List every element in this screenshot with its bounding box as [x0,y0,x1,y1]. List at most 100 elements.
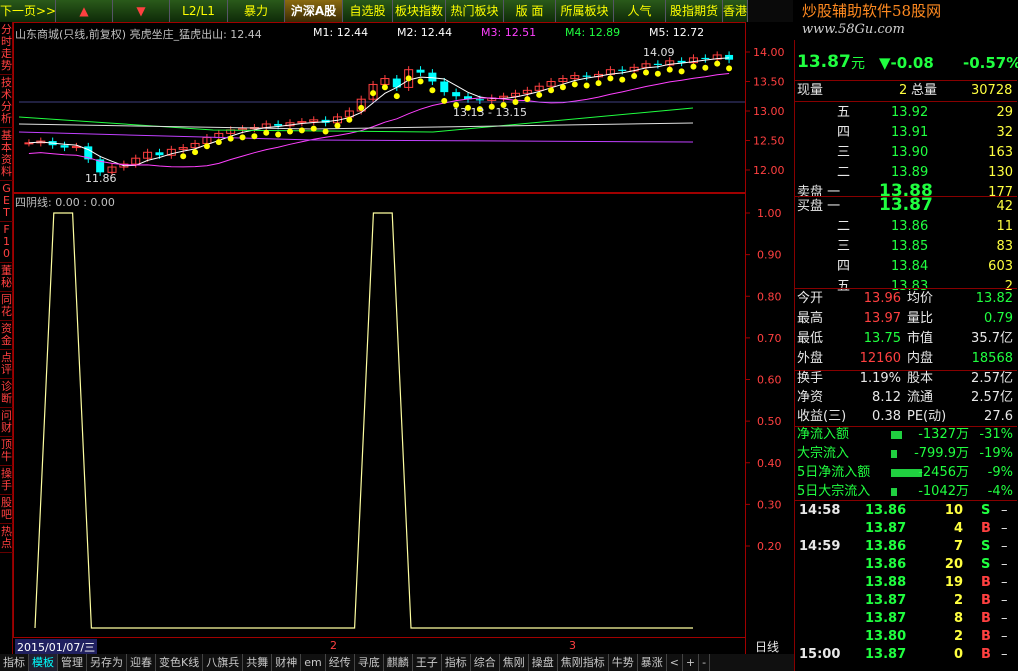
stat-label: 净资 [797,390,824,405]
bottom-tab-22[interactable]: + [683,654,700,671]
sell-level-label: 四 [837,125,851,140]
left-tab-4[interactable]: F10 [0,222,13,263]
tick-volume: 7 [953,539,963,554]
bottom-tab-20[interactable]: 暴涨 [638,654,667,671]
stat-label: 换手 [797,371,824,386]
candle-body-59 [725,54,734,60]
stat2-row: 净资 8.12 流通 2.57亿 [795,389,1017,407]
left-tab-7[interactable]: 资金 [0,321,13,350]
bottom-tab-23[interactable]: - [699,654,711,671]
indicator-tick-label-3: 0.70 [757,332,782,345]
stat-value: 13.96 [863,291,901,306]
bottom-tab-3[interactable]: 另存为 [87,654,127,671]
volume-now: 2 [899,83,908,98]
bottom-tab-11[interactable]: 寻底 [355,654,384,671]
bottom-tab-6[interactable]: 八旗兵 [203,654,244,671]
tick-dash: – [1001,557,1008,572]
toolbar-button-3[interactable]: L2/L1 [170,0,228,22]
candle-body-11 [155,152,164,156]
toolbar-button-5[interactable]: 沪深A股 [285,0,343,22]
bottom-tab-5[interactable]: 变色K线 [156,654,204,671]
bottom-tab-10[interactable]: 经传 [326,654,355,671]
indicator-tick-label-6: 0.40 [757,457,782,470]
tick-row: 13.87 8 B – [795,610,1017,628]
toolbar-button-8[interactable]: 热门板块 [446,0,504,22]
tick-price: 13.87 [865,593,907,608]
bottom-tab-4[interactable]: 迎春 [127,654,156,671]
toolbar-button-0[interactable]: 下一页>> [0,0,56,22]
signal-dot-43 [536,91,543,98]
toolbar-button-1[interactable]: ▲ [56,0,113,22]
divider [795,288,1017,289]
indicator-tick-label-0: 1.00 [757,207,782,220]
toolbar-button-11[interactable]: 人气 [614,0,666,22]
toolbar-button-10[interactable]: 所属板块 [556,0,614,22]
left-tab-13[interactable]: 股吧 [0,495,13,524]
toolbar-button-7[interactable]: 板块指数 [393,0,446,22]
tick-dash: – [1001,593,1008,608]
left-tab-8[interactable]: 点评 [0,350,13,379]
left-tab-14[interactable]: 热点 [0,524,13,553]
bottom-tab-2[interactable]: 管理 [58,654,87,671]
bottom-tab-15[interactable]: 综合 [471,654,500,671]
left-tab-3[interactable]: GET [0,181,13,222]
bottom-tab-14[interactable]: 指标 [442,654,471,671]
tick-row: 13.86 20 S – [795,556,1017,574]
period-label[interactable]: 日线 [755,638,779,655]
tick-volume: 2 [953,629,963,644]
bottom-tab-16[interactable]: 焦刚 [500,654,529,671]
bottom-tab-8[interactable]: 财神 [272,654,302,671]
tick-row: 14:58 13.86 10 S – [795,502,1017,520]
bottom-tab-0[interactable]: 指标 [0,654,29,671]
ma-label-4: M4: 12.89 [565,26,621,39]
candle-body-38 [475,99,484,101]
tick-dash: – [1001,647,1008,662]
signal-dot-49 [607,75,614,82]
divider [795,80,1017,81]
chart-area[interactable]: 14.00 13.50 13.00 12.50 12.00 14.09 13.13 - 13… [13,22,794,654]
left-tab-2[interactable]: 基本资料 [0,128,13,181]
bottom-tab-21[interactable]: < [667,654,683,671]
toolbar-button-4[interactable]: 暴力 [228,0,285,22]
toolbar-button-6[interactable]: 自选股 [343,0,393,22]
left-tab-10[interactable]: 问财 [0,408,13,437]
stat-label: 股本 [907,371,934,386]
toolbar-button-2[interactable]: ▼ [113,0,170,22]
toolbar-button-9[interactable]: 版 面 [504,0,556,22]
toolbar-button-13[interactable]: 香港 [723,0,748,22]
left-tab-11[interactable]: 顶牛 [0,437,13,466]
toolbar-button-12[interactable]: 股指期货 [666,0,723,22]
left-tab-9[interactable]: 诊断 [0,379,13,408]
bottom-tabs: 指标 模板 管理 另存为 迎春 变色K线 八旗兵 共舞 财神 em 经传 寻底 麒麟 王子 指标 综合 焦刚 操盘… [0,654,794,671]
bottom-tab-17[interactable]: 操盘 [529,654,558,671]
left-tab-1[interactable]: 技术分析 [0,75,13,128]
left-tab-5[interactable]: 董秘 [0,263,13,292]
bottom-tab-1[interactable]: 模板 [29,654,58,671]
tick-dash: – [1001,503,1008,518]
left-tab-0[interactable]: 分时走势 [0,22,13,75]
sell-level-volume: 32 [996,125,1013,140]
stat-value: 2.57亿 [971,371,1013,386]
signal-dot-47 [583,82,590,89]
kline-chart-svg: 14.00 13.50 13.00 12.50 12.00 14.09 13.13 - 13… [13,22,785,654]
buy-level-label: 二 [837,219,851,234]
quote-panel: 13.87 元 ▼-0.08 -0.57% 现量 2 总量 30728 五 13.9… [794,40,1018,671]
left-tab-12[interactable]: 操手 [0,466,13,495]
bottom-tab-9[interactable]: em [301,654,326,671]
bottom-tab-18[interactable]: 焦刚指标 [558,654,609,671]
signal-dot-48 [595,80,602,87]
ma-label-5: M5: 12.72 [649,26,705,39]
sell-level-2: 二 13.89 130 [795,164,1017,182]
bottom-tab-13[interactable]: 王子 [413,654,442,671]
price-change: ▼-0.08 [879,54,934,72]
candle-body-47 [582,75,591,77]
candle-body-53 [653,63,662,65]
bottom-tab-19[interactable]: 牛势 [609,654,638,671]
signal-dot-29 [370,90,377,97]
indicator-tick-label-2: 0.80 [757,290,782,303]
price-annotation-2: 11.86 [85,172,117,185]
left-tab-6[interactable]: 同花 [0,292,13,321]
bottom-tab-12[interactable]: 麒麟 [384,654,413,671]
bottom-tab-7[interactable]: 共舞 [243,654,273,671]
buy-level-price: 13.86 [891,219,929,234]
